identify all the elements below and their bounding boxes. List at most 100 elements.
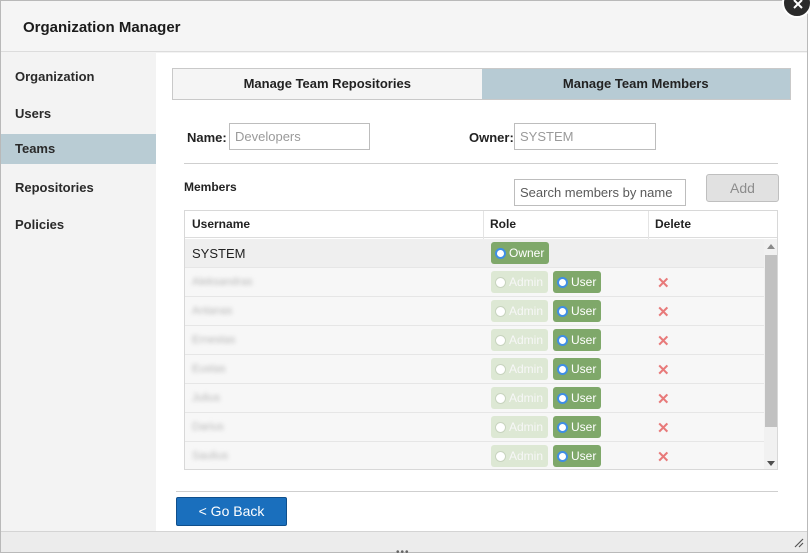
column-header-delete[interactable]: Delete	[648, 211, 691, 238]
members-table: Username Role Delete SYSTEM Owner Aleksand…	[184, 210, 778, 470]
dialog-header: Organization Manager	[1, 1, 807, 52]
delete-member-icon[interactable]: ✕	[657, 448, 670, 466]
tab-manage-team-repositories[interactable]: Manage Team Repositories	[173, 69, 482, 99]
radio-icon	[495, 363, 506, 375]
delete-member-icon[interactable]: ✕	[657, 274, 670, 292]
divider	[184, 163, 778, 164]
organization-manager-dialog: Organization Manager Organization Users …	[0, 0, 808, 553]
scroll-up-arrow-icon[interactable]	[767, 244, 775, 249]
role-admin-toggle[interactable]: Admin	[491, 416, 549, 438]
table-row: Darius Admin User ✕	[185, 413, 764, 442]
role-label: User	[571, 304, 597, 318]
drag-handle-icon[interactable]: •••	[396, 547, 410, 558]
role-label: User	[571, 449, 597, 463]
radio-icon	[495, 334, 506, 346]
members-label: Members	[184, 180, 237, 194]
radio-icon	[557, 334, 568, 346]
username-cell: Saulius	[192, 450, 229, 462]
role-label: User	[571, 275, 597, 289]
table-row: Julius Admin User ✕	[185, 384, 764, 413]
role-user-toggle[interactable]: User	[553, 445, 602, 467]
username-cell: Aleksandras	[192, 276, 253, 288]
role-label: Admin	[509, 362, 544, 376]
role-label: Admin	[509, 420, 544, 434]
radio-icon	[557, 392, 568, 404]
role-label: User	[571, 420, 597, 434]
role-user-toggle[interactable]: User	[553, 300, 602, 322]
delete-member-icon[interactable]: ✕	[657, 419, 670, 437]
table-header: Username Role Delete	[185, 211, 777, 238]
role-user-toggle[interactable]: User	[553, 329, 602, 351]
table-row: Ernestas Admin User ✕	[185, 326, 764, 355]
search-members-input[interactable]	[514, 179, 686, 206]
table-row: Saulius Admin User ✕	[185, 442, 764, 469]
role-owner-toggle[interactable]: Owner	[491, 242, 550, 264]
role-label: Admin	[509, 275, 544, 289]
role-admin-toggle[interactable]: Admin	[491, 300, 549, 322]
tab-bar: Manage Team Repositories Manage Team Mem…	[172, 68, 791, 100]
radio-icon	[495, 450, 506, 462]
username-cell: SYSTEM	[192, 246, 246, 261]
delete-member-icon[interactable]: ✕	[657, 361, 670, 379]
radio-icon	[495, 421, 506, 433]
column-header-username[interactable]: Username	[185, 211, 250, 238]
table-scrollbar[interactable]	[764, 239, 777, 469]
role-admin-toggle[interactable]: Admin	[491, 387, 549, 409]
scroll-thumb[interactable]	[765, 255, 777, 427]
divider	[176, 491, 778, 492]
sidebar-item-policies[interactable]: Policies	[1, 210, 156, 240]
username-cell: Julius	[192, 392, 221, 404]
sidebar-item-teams[interactable]: Teams	[1, 134, 156, 164]
close-icon	[793, 0, 803, 9]
role-label: User	[571, 362, 597, 376]
role-user-toggle[interactable]: User	[553, 416, 602, 438]
role-label: Admin	[509, 449, 544, 463]
table-row: SYSTEM Owner	[185, 239, 764, 268]
radio-icon	[495, 276, 506, 288]
delete-member-icon[interactable]: ✕	[657, 390, 670, 408]
role-label: User	[571, 333, 597, 347]
sidebar-item-users[interactable]: Users	[1, 99, 156, 129]
radio-icon	[557, 421, 568, 433]
role-user-toggle[interactable]: User	[553, 271, 602, 293]
name-label: Name:	[187, 130, 227, 145]
go-back-button[interactable]: < Go Back	[176, 497, 287, 526]
resize-grip-icon[interactable]	[794, 538, 804, 548]
role-label: Admin	[509, 333, 544, 347]
owner-label: Owner:	[469, 130, 514, 145]
radio-icon	[495, 247, 506, 259]
role-label: Admin	[509, 304, 544, 318]
tab-manage-team-members[interactable]: Manage Team Members	[481, 69, 790, 99]
scroll-down-arrow-icon[interactable]	[767, 461, 775, 466]
add-member-button[interactable]: Add	[706, 174, 779, 202]
role-label: Owner	[509, 246, 545, 260]
owner-field[interactable]: SYSTEM	[514, 123, 656, 150]
column-header-role[interactable]: Role	[483, 211, 516, 238]
role-label: Admin	[509, 391, 544, 405]
name-field[interactable]: Developers	[229, 123, 370, 150]
role-admin-toggle[interactable]: Admin	[491, 358, 549, 380]
role-label: User	[571, 391, 597, 405]
dialog-title: Organization Manager	[23, 19, 181, 36]
delete-member-icon[interactable]: ✕	[657, 303, 670, 321]
username-cell: Antanas	[192, 305, 233, 317]
role-admin-toggle[interactable]: Admin	[491, 329, 549, 351]
username-cell: Darius	[192, 421, 224, 433]
sidebar-item-repositories[interactable]: Repositories	[1, 173, 156, 203]
role-admin-toggle[interactable]: Admin	[491, 271, 549, 293]
username-cell: Eustas	[192, 363, 226, 375]
sidebar: Organization Users Teams Repositories Po…	[1, 53, 156, 531]
role-user-toggle[interactable]: User	[553, 358, 602, 380]
main-panel: Manage Team Repositories Manage Team Mem…	[156, 53, 807, 531]
delete-member-icon[interactable]: ✕	[657, 332, 670, 350]
radio-icon	[557, 450, 568, 462]
radio-icon	[557, 305, 568, 317]
table-row: Aleksandras Admin User ✕	[185, 268, 764, 297]
role-user-toggle[interactable]: User	[553, 387, 602, 409]
sidebar-item-organization[interactable]: Organization	[1, 62, 156, 92]
radio-icon	[495, 392, 506, 404]
radio-icon	[495, 305, 506, 317]
role-admin-toggle[interactable]: Admin	[491, 445, 549, 467]
radio-icon	[557, 276, 568, 288]
table-row: Eustas Admin User ✕	[185, 355, 764, 384]
